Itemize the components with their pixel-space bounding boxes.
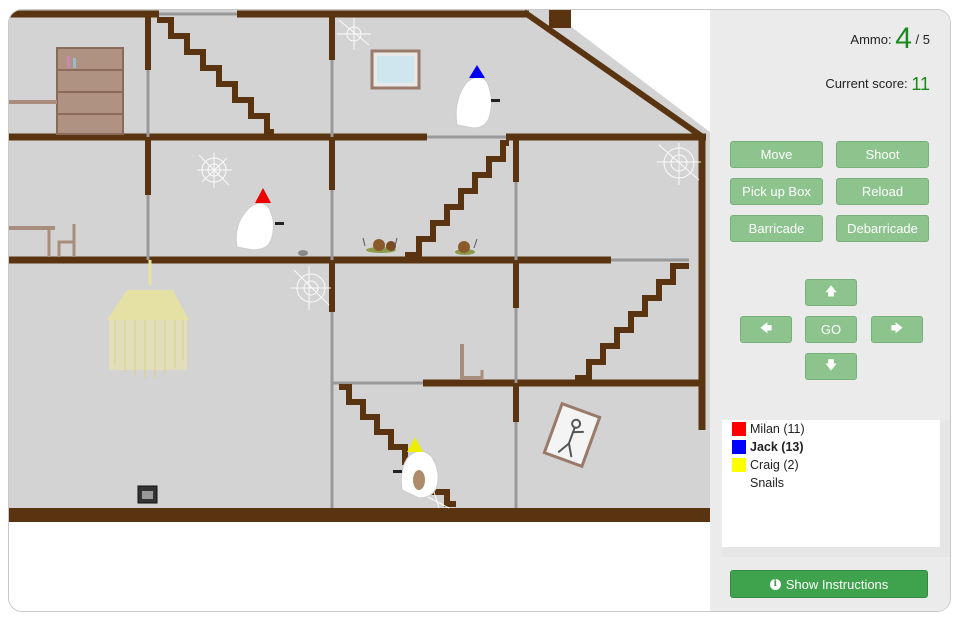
reload-button[interactable]: Reload <box>836 178 929 205</box>
ammo-max: / 5 <box>915 32 930 47</box>
debarricade-button[interactable]: Debarricade <box>836 215 929 242</box>
player-color-swatch <box>732 422 746 436</box>
move-button[interactable]: Move <box>730 141 823 168</box>
pick-up-box-button[interactable]: Pick up Box <box>730 178 823 205</box>
score-display: Current score: 11 <box>825 74 930 95</box>
player-list-scrollbar[interactable] <box>722 547 940 557</box>
player-name: Snails <box>750 476 785 490</box>
game-window: Ammo: 4 / 5 Current score: 11 Move Shoot… <box>8 9 951 612</box>
left-arrow-button[interactable]: 🡄 <box>740 316 792 343</box>
right-arrow-button[interactable]: 🡆 <box>871 316 923 343</box>
info-icon: i <box>769 578 781 590</box>
show-instructions-button[interactable]: i Show Instructions <box>730 570 928 598</box>
player-row-milan: Milan (11) <box>732 422 805 436</box>
ammo-display: Ammo: 4 / 5 <box>850 22 930 56</box>
ammo-label: Ammo: <box>850 32 892 47</box>
down-arrow-button[interactable]: 🡇 <box>805 353 857 380</box>
player-row-snails: Snails <box>732 476 784 490</box>
player-ghost-milan <box>235 188 284 251</box>
shoot-button[interactable]: Shoot <box>836 141 929 168</box>
player-color-swatch <box>732 440 746 454</box>
player-color-swatch <box>732 476 746 490</box>
player-name: Jack (13) <box>750 440 804 454</box>
player-color-swatch <box>732 458 746 472</box>
show-instructions-label: Show Instructions <box>785 576 889 592</box>
up-arrow-button[interactable]: 🡅 <box>805 279 857 306</box>
player-name: Milan (11) <box>750 422 805 436</box>
house-scene[interactable] <box>9 10 710 522</box>
score-label: Current score: <box>825 76 908 91</box>
player-row-craig: Craig (2) <box>732 458 799 472</box>
house-drawing <box>9 10 710 522</box>
go-button[interactable]: GO <box>805 316 857 343</box>
control-panel: Ammo: 4 / 5 Current score: 11 Move Shoot… <box>710 10 950 611</box>
player-row-jack: Jack (13) <box>732 440 804 454</box>
ammo-count: 4 <box>895 22 912 55</box>
score-value: 11 <box>911 74 930 94</box>
barricade-button[interactable]: Barricade <box>730 215 823 242</box>
player-ghost-jack <box>455 65 500 129</box>
player-name: Craig (2) <box>750 458 799 472</box>
